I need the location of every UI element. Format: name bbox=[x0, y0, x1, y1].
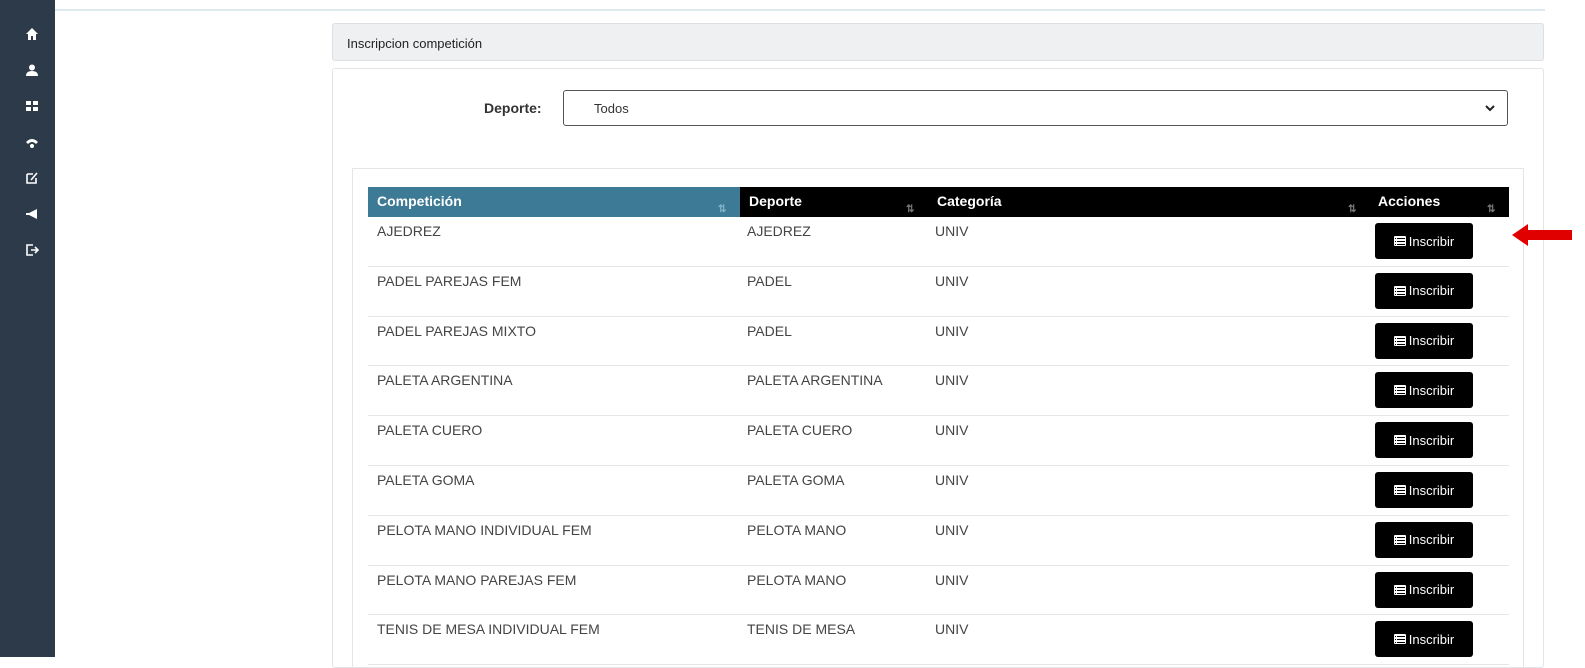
column-header-categoria[interactable]: Categoría ⇅ bbox=[928, 187, 1369, 217]
table-row: TENIS DE MESA INDIVIDUAL FEM TENIS DE MES… bbox=[368, 615, 1509, 666]
cell-categoria: UNIV bbox=[935, 571, 969, 588]
chevron-down-icon bbox=[1483, 101, 1497, 120]
sport-select-value: Todos bbox=[594, 101, 629, 116]
cell-deporte: PALETA ARGENTINA bbox=[747, 372, 883, 389]
edit-icon[interactable] bbox=[24, 170, 40, 186]
cell-competicion: PELOTA MANO PAREJAS FEM bbox=[377, 571, 577, 588]
inscribir-button-label: Inscribir bbox=[1408, 432, 1455, 448]
sidebar bbox=[0, 0, 55, 657]
table-row: PALETA GOMA PALETA GOMA UNIV Inscribir bbox=[368, 466, 1509, 516]
column-header-label: Competición bbox=[377, 193, 462, 209]
inscribir-button-label: Inscribir bbox=[1408, 382, 1455, 398]
inscribir-button-label: Inscribir bbox=[1408, 333, 1455, 349]
cell-competicion: TENIS DE MESA INDIVIDUAL FEM bbox=[377, 621, 600, 638]
sport-select[interactable]: Todos bbox=[563, 90, 1508, 126]
list-icon bbox=[1393, 435, 1406, 446]
cell-deporte: PALETA CUERO bbox=[747, 422, 853, 439]
inscribir-button[interactable]: Inscribir bbox=[1375, 322, 1473, 359]
inscribir-button[interactable]: Inscribir bbox=[1375, 472, 1473, 508]
column-header-competicion[interactable]: Competición ⇅ bbox=[368, 187, 740, 217]
inscribir-button-label: Inscribir bbox=[1408, 482, 1455, 498]
cell-categoria: UNIV bbox=[935, 621, 969, 638]
inscribir-button[interactable]: Inscribir bbox=[1375, 372, 1473, 409]
cell-deporte: TENIS DE MESA bbox=[747, 621, 856, 638]
column-header-acciones[interactable]: Acciones ⇅ bbox=[1369, 187, 1509, 217]
list-icon bbox=[1393, 385, 1406, 396]
cell-competicion: PALETA CUERO bbox=[377, 422, 483, 439]
sport-filter-label: Deporte: bbox=[484, 100, 542, 116]
cell-categoria: UNIV bbox=[935, 472, 969, 488]
cell-categoria: UNIV bbox=[935, 422, 969, 439]
inscribir-button[interactable]: Inscribir bbox=[1375, 521, 1473, 558]
cell-categoria: UNIV bbox=[935, 322, 969, 339]
cell-deporte: PELOTA MANO bbox=[747, 521, 847, 538]
table-row: PELOTA MANO PAREJAS FEM PELOTA MANO UNIV In… bbox=[368, 566, 1509, 616]
table-row: PADEL PAREJAS FEM PADEL UNIV Inscribir bbox=[368, 267, 1509, 317]
cell-deporte: PADEL bbox=[747, 322, 792, 339]
cell-deporte: AJEDREZ bbox=[747, 223, 811, 239]
inscribir-button[interactable]: Inscribir bbox=[1375, 422, 1473, 459]
cell-categoria: UNIV bbox=[935, 223, 969, 239]
panel-heading: Inscripcion competición bbox=[332, 23, 1544, 61]
home-icon[interactable] bbox=[24, 26, 40, 42]
cell-competicion: PALETA ARGENTINA bbox=[377, 372, 513, 389]
cell-deporte: PELOTA MANO bbox=[747, 571, 847, 588]
logout-icon[interactable] bbox=[24, 242, 40, 258]
list-icon bbox=[1393, 236, 1406, 246]
table-row: PALETA ARGENTINA PALETA ARGENTINA UNIV Insc… bbox=[368, 366, 1509, 417]
page-title: Inscripcion competición bbox=[347, 36, 483, 51]
signal-icon[interactable] bbox=[24, 134, 40, 150]
cell-competicion: PELOTA MANO INDIVIDUAL FEM bbox=[377, 521, 592, 538]
list-icon bbox=[1393, 285, 1406, 296]
list-icon bbox=[1393, 335, 1406, 346]
cell-competicion: PALETA GOMA bbox=[377, 472, 475, 488]
column-header-label: Acciones bbox=[1378, 193, 1441, 209]
grid-icon[interactable] bbox=[24, 98, 40, 114]
inscribir-button[interactable]: Inscribir bbox=[1375, 223, 1473, 259]
inscribir-button-label: Inscribir bbox=[1408, 283, 1455, 299]
cell-categoria: UNIV bbox=[935, 272, 969, 289]
list-icon bbox=[1393, 634, 1406, 645]
red-arrow-icon bbox=[1512, 223, 1572, 252]
inscribir-button[interactable]: Inscribir bbox=[1375, 571, 1473, 608]
inscribir-button[interactable]: Inscribir bbox=[1375, 621, 1473, 658]
inscribir-button-label: Inscribir bbox=[1408, 582, 1455, 598]
list-icon bbox=[1393, 485, 1406, 495]
user-icon[interactable] bbox=[24, 62, 40, 78]
inscribir-button[interactable]: Inscribir bbox=[1375, 272, 1473, 309]
table-row: PADEL PAREJAS MIXTO PADEL UNIV Inscribir bbox=[368, 317, 1509, 367]
top-divider bbox=[55, 9, 1545, 11]
column-header-label: Deporte bbox=[749, 193, 802, 209]
inscribir-button-label: Inscribir bbox=[1408, 532, 1455, 548]
megaphone-icon[interactable] bbox=[24, 206, 40, 222]
list-icon bbox=[1393, 584, 1406, 595]
table-row: PELOTA MANO INDIVIDUAL FEM PELOTA MANO UNI… bbox=[368, 516, 1509, 566]
table-row: AJEDREZ AJEDREZ UNIV Inscribir bbox=[368, 217, 1509, 267]
cell-competicion: PADEL PAREJAS MIXTO bbox=[377, 322, 536, 339]
cell-competicion: AJEDREZ bbox=[377, 223, 441, 239]
cell-deporte: PADEL bbox=[747, 272, 792, 289]
column-header-label: Categoría bbox=[937, 193, 1002, 209]
inscribir-button-label: Inscribir bbox=[1408, 233, 1455, 249]
table-row: PALETA CUERO PALETA CUERO UNIV Inscribir bbox=[368, 416, 1509, 466]
cell-deporte: PALETA GOMA bbox=[747, 472, 845, 488]
cell-competicion: PADEL PAREJAS FEM bbox=[377, 272, 522, 289]
cell-categoria: UNIV bbox=[935, 372, 969, 389]
inscribir-button-label: Inscribir bbox=[1408, 631, 1455, 647]
column-header-deporte[interactable]: Deporte ⇅ bbox=[740, 187, 928, 217]
list-icon bbox=[1393, 534, 1406, 545]
cell-categoria: UNIV bbox=[935, 521, 969, 538]
